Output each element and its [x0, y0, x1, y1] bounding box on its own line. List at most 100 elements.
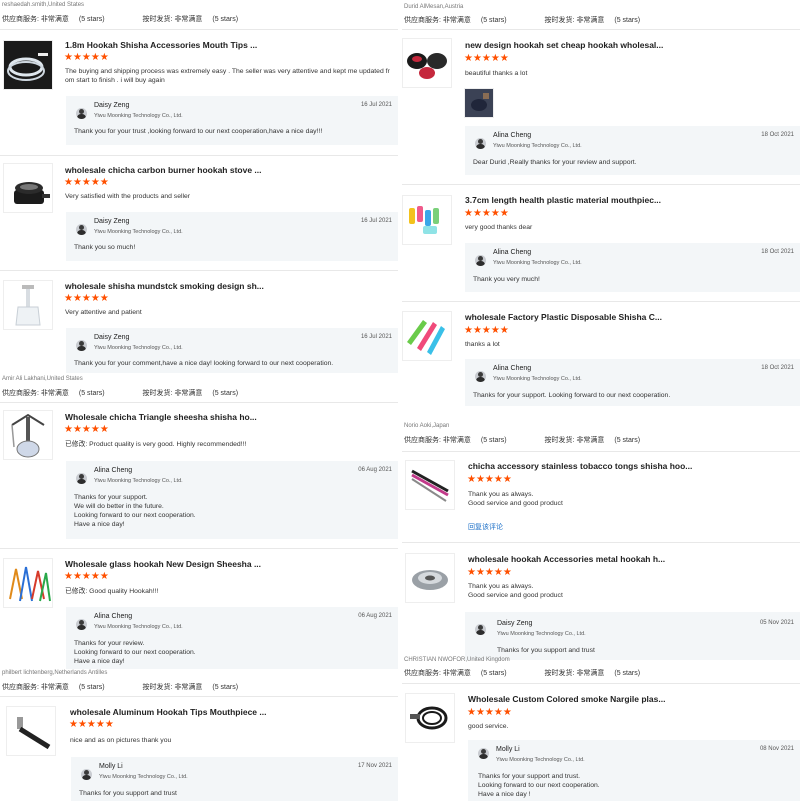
product-title[interactable]: wholesale shisha mundstck smoking design…: [65, 281, 264, 291]
reply-review-link[interactable]: 回复该评论: [468, 522, 503, 532]
metal-bowl-icon: [406, 554, 454, 602]
product-title[interactable]: 1.8m Hookah Shisha Accessories Mouth Tip…: [65, 40, 257, 50]
meta-value: 非常满意: [174, 16, 203, 23]
star-rating: ★★★★★: [467, 707, 512, 718]
product-title[interactable]: Wholesale chicha Triangle sheesha shisha…: [65, 412, 257, 422]
product-thumbnail[interactable]: [405, 693, 455, 743]
rating-meta: 供应商服务: 非常满意 (5 stars) 按时发货: 非常满意 (5 stars…: [404, 435, 640, 445]
meta-value: 非常满意: [174, 390, 203, 397]
reply-company: Yiwu Moonking Technology Co., Ltd.: [94, 624, 183, 630]
mouthpiece-icon: [7, 707, 55, 755]
product-title[interactable]: Wholesale glass hookah New Design Sheesh…: [65, 559, 261, 569]
reply-date: 08 Nov 2021: [759, 746, 794, 752]
product-thumbnail[interactable]: [405, 553, 455, 603]
seller-reply: Alina Cheng Yiwu Moonking Technology Co.…: [66, 607, 398, 669]
divider: [402, 542, 800, 543]
reply-date: 16 Jul 2021: [360, 334, 392, 340]
product-title[interactable]: 3.7cm length health plastic material mou…: [465, 195, 661, 205]
reply-author: Daisy Zeng: [94, 218, 130, 225]
seller-reply: Daisy Zeng Yiwu Moonking Technology Co.,…: [66, 96, 398, 145]
meta-stars: (5 stars): [614, 670, 641, 677]
reply-text: Thanks for you support and trust: [79, 790, 177, 797]
star-rating: ★★★★★: [69, 719, 114, 730]
avatar: [475, 371, 486, 382]
buyer-name: Norio Aoki,Japan: [404, 423, 450, 429]
stove-icon: [4, 164, 52, 212]
reply-company: Yiwu Moonking Technology Co., Ltd.: [94, 229, 183, 235]
product-thumbnail[interactable]: [3, 410, 53, 460]
reply-author: Alina Cheng: [493, 132, 532, 139]
product-title[interactable]: chicha accessory stainless tobacco tongs…: [468, 461, 692, 471]
divider: [0, 270, 398, 271]
meta-label: 供应商服务:: [404, 670, 441, 677]
meta-value: 非常满意: [576, 670, 605, 677]
product-title[interactable]: wholesale Aluminum Hookah Tips Mouthpiec…: [70, 707, 266, 717]
product-thumbnail[interactable]: [3, 40, 53, 90]
meta-value: 非常满意: [174, 684, 203, 691]
meta-label: 按时发货:: [544, 437, 575, 444]
tongs-icon: [406, 461, 454, 509]
reply-text: Dear Durid ,Really thanks for your revie…: [473, 159, 637, 166]
reply-author: Alina Cheng: [493, 249, 532, 256]
product-thumbnail[interactable]: [3, 558, 53, 608]
product-title[interactable]: wholesale chicha carbon burner hookah st…: [65, 165, 262, 175]
product-thumbnail[interactable]: [402, 38, 452, 88]
divider: [0, 696, 398, 697]
product-title[interactable]: wholesale Factory Plastic Disposable Shi…: [465, 312, 662, 322]
reply-date: 06 Aug 2021: [358, 467, 392, 473]
review-text: Very satisfied with the products and sel…: [65, 193, 191, 200]
reply-text: Thank you very much!: [473, 276, 540, 283]
review-text: good service.: [468, 723, 509, 730]
reply-author: Daisy Zeng: [497, 620, 533, 627]
reply-author: Alina Cheng: [493, 365, 532, 372]
rating-meta: 供应商服务: 非常满意 (5 stars) 按时发货: 非常满意 (5 stars…: [404, 15, 640, 25]
seller-reply: Alina Cheng Yiwu Moonking Technology Co.…: [66, 461, 398, 539]
product-title[interactable]: wholesale hookah Accessories metal hooka…: [468, 554, 665, 564]
avatar: [475, 138, 486, 149]
reply-date: 05 Nov 2021: [759, 620, 794, 626]
reply-text: Have a nice day !: [478, 791, 531, 798]
rating-meta: 供应商服务: 非常满意 (5 stars) 按时发货: 非常满意 (5 stars…: [2, 14, 238, 24]
star-rating: ★★★★★: [467, 567, 512, 578]
product-title[interactable]: Wholesale Custom Colored smoke Nargile p…: [468, 694, 665, 704]
product-title[interactable]: new design hookah set cheap hookah whole…: [465, 40, 663, 50]
avatar: [81, 769, 92, 780]
review-text: 已修改: Product quality is very good. Highl…: [65, 441, 247, 448]
reply-text: Thanks for your support. Looking forward…: [473, 392, 671, 399]
review-text: beautiful thanks a lot: [465, 70, 528, 77]
meta-label: 按时发货:: [544, 670, 575, 677]
review-photo[interactable]: [464, 88, 494, 118]
product-thumbnail[interactable]: [3, 163, 53, 213]
meta-label: 供应商服务:: [404, 17, 441, 24]
product-thumbnail[interactable]: [3, 280, 53, 330]
meta-stars: (5 stars): [78, 684, 105, 691]
meta-stars: (5 stars): [212, 684, 239, 691]
hose-coil-icon: [406, 694, 454, 742]
review-text: 已修改: Good quality Hookah!!!: [65, 588, 159, 595]
product-thumbnail[interactable]: [405, 460, 455, 510]
divider: [0, 29, 398, 30]
seller-reply: Daisy Zeng Yiwu Moonking Technology Co.,…: [465, 612, 800, 660]
product-thumbnail[interactable]: [6, 706, 56, 756]
star-rating: ★★★★★: [64, 293, 109, 304]
review-text: very good thanks dear: [465, 224, 533, 231]
disposable-tips-icon: [403, 312, 451, 360]
meta-stars: (5 stars): [480, 437, 507, 444]
meta-value: 非常满意: [442, 670, 471, 677]
seller-reply: Alina Cheng Yiwu Moonking Technology Co.…: [465, 359, 800, 406]
product-thumbnail[interactable]: [402, 195, 452, 245]
meta-stars: (5 stars): [480, 17, 507, 24]
divider: [402, 184, 800, 185]
divider: [402, 29, 800, 30]
avatar: [76, 619, 87, 630]
reply-text: Thank you for your comment,have a nice d…: [74, 360, 334, 367]
reply-company: Yiwu Moonking Technology Co., Ltd.: [493, 260, 582, 266]
review-text: Good service and good product: [468, 592, 563, 599]
meta-value: 非常满意: [442, 437, 471, 444]
meta-label: 供应商服务:: [404, 437, 441, 444]
reply-date: 16 Jul 2021: [360, 218, 392, 224]
review-text: Good service and good product: [468, 500, 563, 507]
meta-value: 非常满意: [40, 16, 69, 23]
buyer-name: Durid AlMesan,Austria: [404, 4, 464, 10]
product-thumbnail[interactable]: [402, 311, 452, 361]
